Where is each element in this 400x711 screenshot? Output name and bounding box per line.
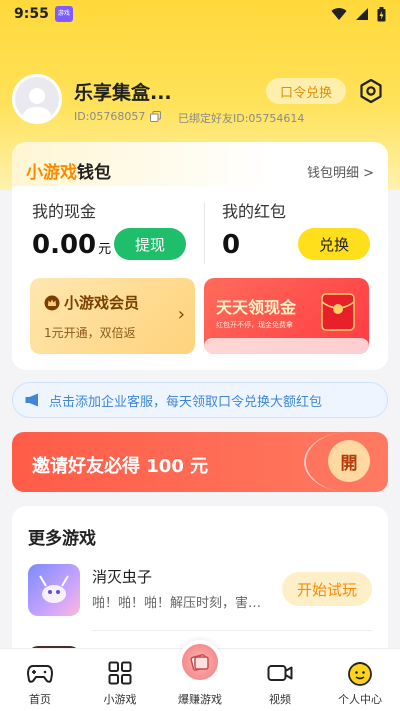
status-time: 9:55 — [14, 6, 49, 22]
wallet-card: 小游戏钱包 钱包明细 > 我的现金 0.00 元 提现 我的红包 0 兑换 小游戏… — [12, 142, 388, 370]
wifi-icon — [331, 8, 347, 20]
notice-text: 点击添加企业客服，每天领取口令兑换大额红包 — [49, 394, 323, 410]
wallet-divider — [204, 202, 205, 264]
app-notification-icon: 游戏 — [54, 6, 73, 22]
money-icon[interactable] — [182, 644, 218, 680]
tab-video[interactable]: 视频 — [240, 649, 320, 711]
customer-service-notice[interactable]: 点击添加企业客服，每天领取口令兑换大额红包 — [12, 382, 388, 418]
exchange-button[interactable]: 兑换 — [298, 228, 370, 260]
tab-mini-games-label: 小游戏 — [103, 693, 137, 706]
vip-subtitle: 1元开通，双倍返 — [44, 326, 136, 340]
nickname: 乐享集盒... — [74, 82, 172, 104]
game-name: 消灭虫子 — [92, 568, 153, 586]
default-avatar-icon — [22, 88, 52, 121]
avatar[interactable] — [12, 74, 62, 124]
game-description: 啪！啪！啪！解压时刻，害虫... — [92, 596, 272, 611]
invite-banner[interactable]: 邀请好友必得 100 元 開 — [12, 432, 388, 492]
cash-amount: 0.00 — [32, 230, 97, 260]
daily-cash-subtitle: 红包开不停，现金免费拿 — [216, 321, 293, 329]
user-id-text: ID:05768057 — [74, 110, 146, 123]
status-icons — [331, 6, 386, 22]
redeem-code-button[interactable]: 口令兑换 — [266, 78, 346, 104]
tab-profile[interactable]: 个人中心 — [320, 649, 400, 711]
crown-badge-icon — [44, 295, 60, 310]
cash-unit: 元 — [98, 242, 112, 257]
tab-home[interactable]: 首页 — [0, 649, 80, 711]
open-envelope-button[interactable]: 開 — [328, 440, 370, 482]
more-games-title: 更多游戏 — [28, 529, 96, 549]
cash-label: 我的现金 — [32, 202, 97, 221]
daily-cash-title: 天天领现金 — [216, 298, 297, 317]
battery-icon — [377, 6, 386, 21]
chevron-right-icon: › — [177, 304, 185, 325]
tab-video-label: 视频 — [269, 693, 291, 706]
invite-text: 邀请好友必得 100 元 — [32, 456, 209, 477]
game-list-divider — [92, 630, 372, 631]
status-bar: 9:55 游戏 — [0, 0, 400, 28]
start-trial-button[interactable]: 开始试玩 — [282, 572, 372, 606]
bound-friend-id: 已绑定好友ID:05754614 — [178, 112, 305, 125]
gamepad-icon — [26, 659, 54, 687]
smile-icon — [346, 659, 374, 687]
megaphone-icon — [25, 393, 38, 407]
redpacket-value: 0 — [222, 230, 241, 260]
redpacket-label: 我的红包 — [222, 202, 287, 221]
user-id: ID:05768057 — [74, 110, 162, 123]
tab-profile-label: 个人中心 — [338, 693, 382, 706]
wallet-detail-link[interactable]: 钱包明细 > — [307, 162, 374, 181]
tab-earn-games-label: 爆赚游戏 — [178, 693, 222, 706]
gear-icon — [360, 78, 382, 104]
wallet-title-prefix: 小游戏 — [26, 163, 77, 183]
vip-title-text: 小游戏会员 — [64, 294, 140, 312]
cash-value: 0.00 元 — [32, 230, 111, 260]
vip-title: 小游戏会员 — [44, 292, 139, 313]
vip-membership-card[interactable]: 小游戏会员 1元开通，双倍返 › — [30, 278, 195, 354]
tab-mini-games[interactable]: 小游戏 — [80, 649, 160, 711]
wallet-title-suffix: 钱包 — [77, 163, 111, 183]
red-envelope-icon — [321, 293, 355, 331]
cloud-decoration — [204, 338, 369, 354]
bug-game-icon — [39, 575, 69, 603]
video-icon — [266, 659, 294, 687]
game-thumbnail[interactable] — [28, 564, 80, 616]
daily-cash-card[interactable]: 天天领现金 红包开不停，现金免费拿 — [204, 278, 369, 354]
profile-header: 乐享集盒... ID:05768057 已绑定好友ID:05754614 口令兑… — [12, 74, 388, 130]
settings-button[interactable] — [358, 78, 384, 104]
grid-icon — [106, 659, 134, 687]
withdraw-button[interactable]: 提现 — [114, 228, 186, 260]
more-games-section: 更多游戏 消灭虫子 啪！啪！啪！解压时刻，害虫... 开始试玩 — [12, 506, 388, 656]
tab-home-label: 首页 — [29, 693, 51, 706]
copy-icon[interactable] — [150, 111, 162, 122]
wallet-title: 小游戏钱包 — [26, 158, 111, 183]
signal-icon — [356, 8, 368, 20]
